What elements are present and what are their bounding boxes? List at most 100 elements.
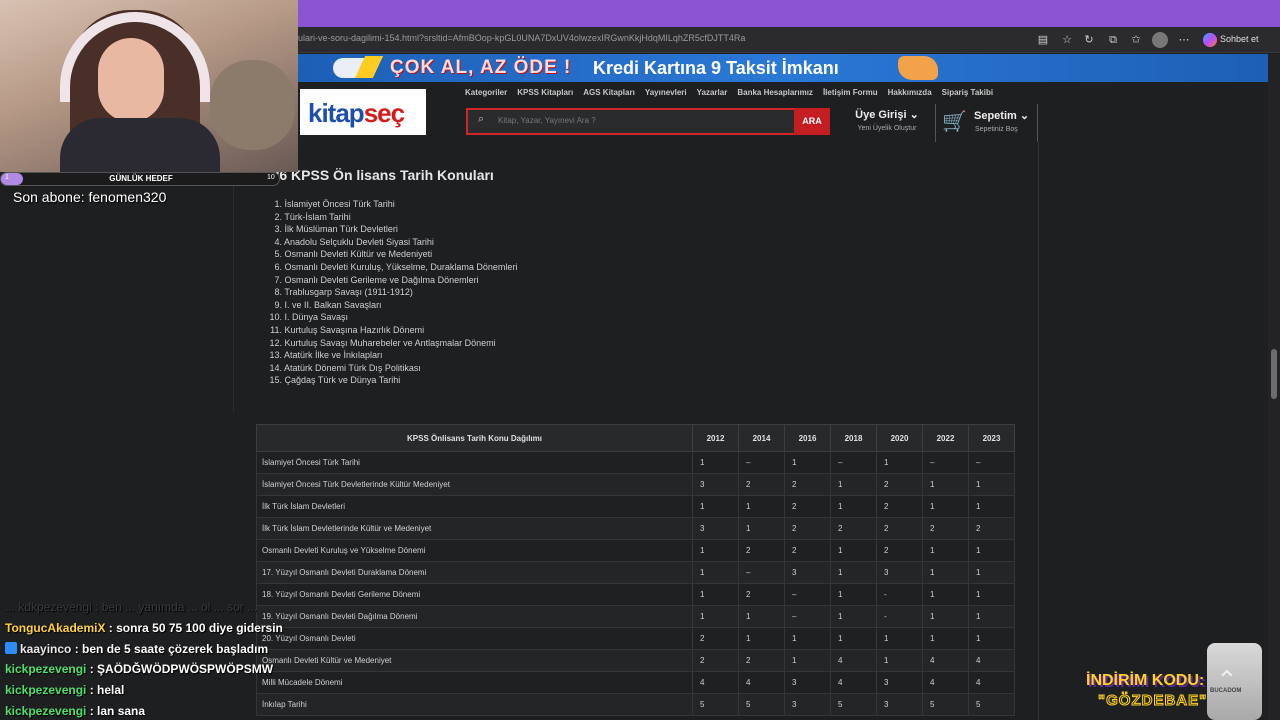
table-cell-value: 3 <box>784 671 831 694</box>
table-cell-value: – <box>830 451 877 474</box>
topic-text: Kurtuluş Savaşına Hazırlık Dönemi <box>284 324 425 335</box>
topic-item: 15. Çağdaş Türk ve Dünya Tarihi <box>266 374 517 387</box>
table-row: 18. Yüzyıl Osmanlı Devleti Gerileme Döne… <box>256 583 1015 606</box>
table-header-row: KPSS Önlisans Tarih Konu Dağılımı 2012 20… <box>256 424 1015 452</box>
table-cell-value: 4 <box>830 671 877 694</box>
topic-item: 8. Trablusgarp Savaşı (1911-1912) <box>266 286 517 299</box>
table-header-year: 2014 <box>738 424 785 452</box>
table-cell-value: 1 <box>692 561 739 584</box>
table-cell-value: 1 <box>876 649 923 672</box>
nav-item-banka-hesaplari[interactable]: Banka Hesaplarımız <box>737 88 813 100</box>
topic-item: 6. Osmanlı Devleti Kuruluş, Yükselme, Du… <box>266 261 517 274</box>
table-cell-topic: İlk Türk İslam Devletleri <box>256 495 693 518</box>
table-cell-value: 2 <box>876 539 923 562</box>
login-menu[interactable]: Üye Girişi ⌄ Yeni Üyelik Oluştur <box>847 108 927 132</box>
table-cell-value: 1 <box>968 583 1015 606</box>
table-cell-value: 1 <box>968 627 1015 650</box>
page-scrollbar[interactable] <box>1268 54 1280 720</box>
topic-text: I. ve II. Balkan Savaşları <box>284 299 382 310</box>
promo-banner[interactable]: ÇOK AL, AZ ÖDE ! Kredi Kartına 9 Taksit … <box>298 54 1268 82</box>
banner-right-text: Kredi Kartına 9 Taksit İmkanı <box>593 58 839 78</box>
topic-text: Atatürk Dönemi Türk Dış Politikası <box>284 362 421 373</box>
more-menu-icon[interactable]: ⋯ <box>1176 32 1192 48</box>
topic-number: 2. <box>274 211 282 222</box>
topic-item: 1. İslamiyet Öncesi Türk Tarihi <box>266 198 517 211</box>
table-cell-value: 2 <box>830 517 877 540</box>
nav-item-siparis-takibi[interactable]: Sipariş Takibi <box>942 88 993 100</box>
copilot-icon[interactable] <box>1203 33 1217 47</box>
table-cell-value: – <box>968 451 1015 474</box>
chevron-down-icon: ⌄ <box>909 109 919 121</box>
nav-item-ags-kitaplari[interactable]: AGS Kitapları <box>583 88 635 100</box>
collections-icon[interactable]: ✩ <box>1128 32 1144 48</box>
table-cell-topic: 17. Yüzyıl Osmanlı Devleti Duraklama Dön… <box>256 561 693 584</box>
table-cell-value: 2 <box>784 517 831 540</box>
topic-text: Kurtuluş Savaşı Muharebeler ve Antlaşmal… <box>284 337 496 348</box>
topic-item: 2. Türk-İslam Tarihi <box>266 211 517 224</box>
promo-line-2: "GÖZDEBAE" <box>1097 692 1208 710</box>
nav-item-iletisim-formu[interactable]: İletişim Formu <box>823 88 878 100</box>
topic-text: Osmanlı Devleti Gerileme ve Dağılma Döne… <box>284 274 479 285</box>
table-cell-value: 3 <box>692 473 739 496</box>
table-cell-value: 5 <box>968 693 1015 716</box>
table-cell-value: 2 <box>876 495 923 518</box>
screen: ulari-ve-soru-dagilimi-154.html?srsltid=… <box>0 0 1280 720</box>
table-cell-value: 4 <box>922 649 969 672</box>
cart-menu[interactable]: 🛒 Sepetim ⌄ Sepetiniz Boş <box>935 104 1038 142</box>
table-cell-topic: İslamiyet Öncesi Türk Tarihi <box>256 451 693 474</box>
chat-username: kickpezevengi <box>5 683 87 698</box>
table-cell-value: 1 <box>692 495 739 518</box>
extensions-icon[interactable]: ⧉ <box>1105 32 1121 48</box>
table-cell-value: 4 <box>968 671 1015 694</box>
site-logo[interactable]: kitapseç <box>300 89 426 135</box>
table-cell-value: 2 <box>738 539 785 562</box>
table-cell-value: 1 <box>968 605 1015 628</box>
scrollbar-thumb[interactable] <box>1271 349 1277 399</box>
table-cell-value: 1 <box>922 495 969 518</box>
table-cell-value: 1 <box>922 561 969 584</box>
table-cell-value: 1 <box>968 539 1015 562</box>
topic-number: 5. <box>274 249 282 260</box>
table-cell-topic: 20. Yüzyıl Osmanlı Devleti <box>256 627 693 650</box>
logo-part-2: seç <box>363 98 405 128</box>
topic-text: Türk-İslam Tarihi <box>284 211 351 222</box>
table-cell-value: - <box>876 583 923 606</box>
table-header-year: 2018 <box>830 424 877 452</box>
table-cell-value: 1 <box>876 627 923 650</box>
nav-item-kategoriler[interactable]: Kategoriler <box>465 88 507 100</box>
search-button[interactable]: ARA <box>794 108 830 135</box>
nav-item-kpss-kitaplari[interactable]: KPSS Kitapları <box>517 88 573 100</box>
main-nav: Kategoriler KPSS Kitapları AGS Kitapları… <box>465 88 993 100</box>
table-cell-value: 2 <box>876 517 923 540</box>
nav-item-yayinevleri[interactable]: Yayınevleri <box>645 88 687 100</box>
reader-icon[interactable]: ▤ <box>1035 32 1051 48</box>
nav-item-hakkimizda[interactable]: Hakkımızda <box>888 88 932 100</box>
topic-list: 1. İslamiyet Öncesi Türk Tarihi 2. Türk-İ… <box>266 198 517 387</box>
profile-avatar-icon[interactable] <box>1152 32 1168 48</box>
table-row: Osmanlı Devleti Kuruluş ve Yükselme Döne… <box>256 539 1015 562</box>
table-cell-value: 1 <box>968 561 1015 584</box>
chat-message: kickpezevengi : helal <box>5 680 283 701</box>
topic-item: 11. Kurtuluş Savaşına Hazırlık Dönemi <box>266 324 517 337</box>
search-input[interactable]: ⌕ Kitap, Yazar, Yayınevi Ara ? <box>466 108 794 135</box>
chat-username: kickpezevengi <box>5 703 87 718</box>
url-text[interactable]: ulari-ve-soru-dagilimi-154.html?srsltid=… <box>298 33 745 43</box>
topic-number: 1. <box>274 199 282 209</box>
topic-text: Osmanlı Devleti Kültür ve Medeniyeti <box>284 249 433 260</box>
refresh-icon[interactable]: ↻ <box>1081 32 1097 48</box>
nav-item-yazarlar[interactable]: Yazarlar <box>697 88 728 100</box>
topic-number: 8. <box>274 287 282 298</box>
topic-item: 13. Atatürk İlke ve İnkılapları <box>266 349 517 362</box>
table-header-year: 2012 <box>692 424 739 452</box>
webcam-feed <box>0 0 298 172</box>
table-cell-value: 1 <box>738 517 785 540</box>
chat-username: kickpezevengi <box>5 662 87 677</box>
copilot-chat-label[interactable]: Sohbet et <box>1220 34 1259 44</box>
chat-message: kickpezevengi : ŞAÖDĞWÖDPWÖSPWÖPSMW <box>5 659 283 680</box>
chat-text: : sonra 50 75 100 diye gidersin <box>105 620 283 635</box>
register-link[interactable]: Yeni Üyelik Oluştur <box>847 125 927 132</box>
favorite-star-icon[interactable]: ☆ <box>1059 32 1075 48</box>
table-cell-value: 5 <box>738 693 785 716</box>
table-cell-value: 4 <box>692 671 739 694</box>
topic-item: 7. Osmanlı Devleti Gerileme ve Dağılma D… <box>266 274 517 287</box>
